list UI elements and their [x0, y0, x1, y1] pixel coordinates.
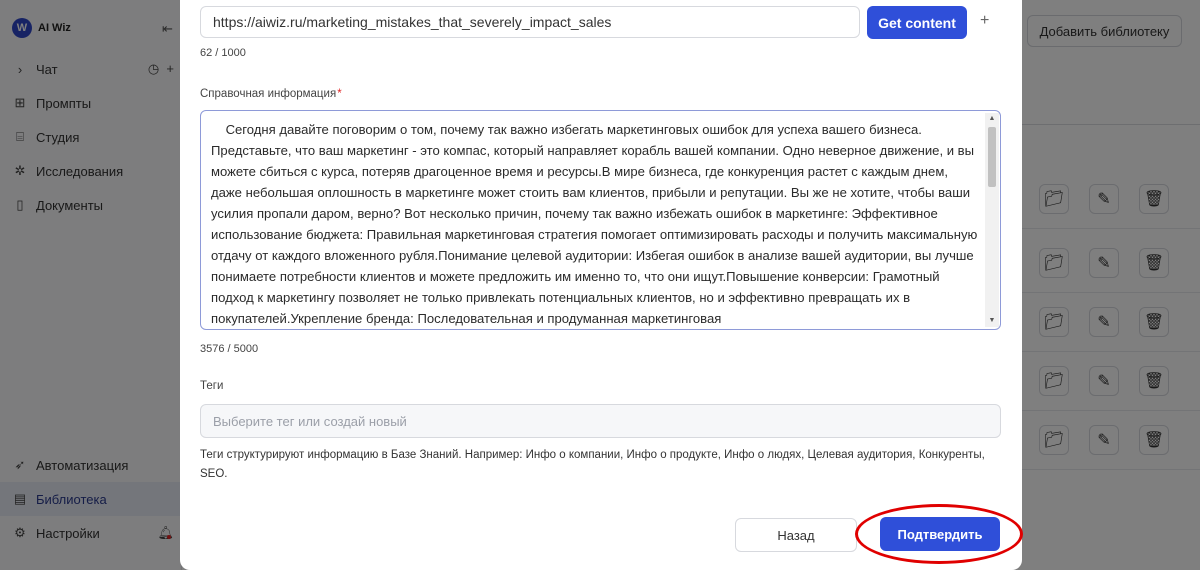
back-button[interactable]: Назад — [735, 518, 857, 552]
reference-label-text: Справочная информация — [200, 88, 337, 100]
url-char-counter: 62 / 1000 — [200, 47, 246, 59]
required-mark: * — [337, 88, 342, 100]
scroll-thumb[interactable] — [988, 127, 996, 187]
reference-char-counter: 3576 / 5000 — [200, 343, 259, 355]
add-content-modal: https://aiwiz.ru/marketing_mistakes_that… — [180, 0, 1023, 570]
tags-label: Теги — [200, 380, 224, 392]
scroll-down-icon[interactable]: ▼ — [985, 315, 999, 327]
add-url-icon[interactable]: + — [980, 12, 989, 30]
scroll-up-icon[interactable]: ▲ — [985, 113, 999, 125]
textarea-scrollbar[interactable]: ▲ ▼ — [985, 113, 999, 327]
confirm-button[interactable]: Подтвердить — [880, 517, 1000, 551]
reference-text: Сегодня давайте поговорим о том, почему … — [211, 122, 981, 326]
reference-label: Справочная информация* — [200, 88, 342, 100]
url-input[interactable]: https://aiwiz.ru/marketing_mistakes_that… — [200, 6, 860, 38]
tags-help-text: Теги структурируют информацию в Базе Зна… — [200, 449, 985, 480]
reference-textarea[interactable]: Сегодня давайте поговорим о том, почему … — [200, 110, 1001, 330]
get-content-button[interactable]: Get content — [867, 6, 967, 39]
tags-input[interactable]: Выберите тег или создай новый — [200, 404, 1001, 438]
